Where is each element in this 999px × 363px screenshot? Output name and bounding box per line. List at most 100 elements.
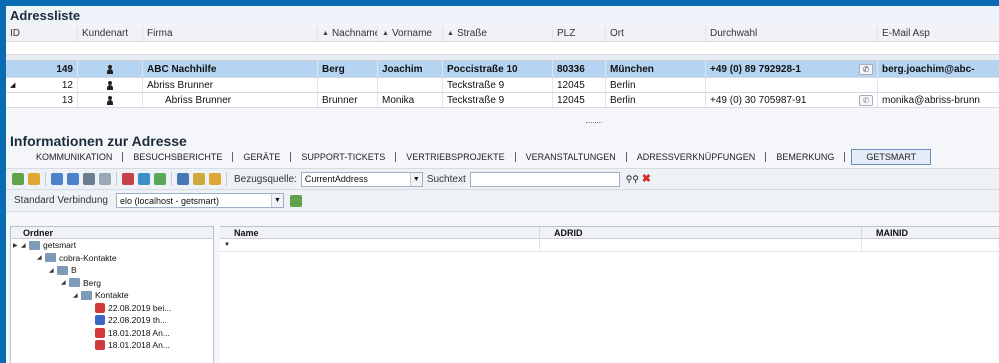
open-folder-icon[interactable] <box>28 173 40 185</box>
row-ort: Berlin <box>606 93 706 107</box>
tree-node-label: getsmart <box>43 240 77 251</box>
tab-getsmart[interactable]: GETSMART <box>851 148 932 165</box>
folder-export-icon[interactable] <box>209 173 221 185</box>
user-icon[interactable] <box>177 173 189 185</box>
durchwahl-value: +49 (0) 30 705987-91 <box>710 94 807 106</box>
col-adrid[interactable]: ADRID <box>540 227 862 238</box>
pdf-document-icon <box>95 302 105 313</box>
connection-select[interactable]: elo (localhost - getsmart) ▼ <box>115 193 284 208</box>
filter-row[interactable] <box>6 42 999 55</box>
col-kundenart[interactable]: Kundenart <box>78 25 143 41</box>
filter-icon[interactable]: ▼ <box>220 239 540 251</box>
col-plz[interactable]: PLZ <box>553 25 606 41</box>
expand-icon[interactable]: ◢ <box>10 81 15 89</box>
row-email[interactable]: berg.joachim@abc- <box>878 61 999 77</box>
splitter-handle[interactable] <box>586 122 602 124</box>
row-vorname: Monika <box>378 93 443 107</box>
collapse-icon[interactable]: ◢ <box>37 254 45 261</box>
col-vorname[interactable]: ▲ Vorname <box>378 25 443 41</box>
tree-node[interactable]: 22.08.2019 bei... <box>11 302 213 315</box>
clear-icon[interactable]: ✖ <box>642 173 654 185</box>
tab-besuchsberichte[interactable]: BESUCHSBERICHTE <box>123 151 234 162</box>
col-mainid[interactable]: MAINID <box>862 227 999 238</box>
filter-cell[interactable] <box>540 239 862 251</box>
row-firma: Abriss Brunner <box>143 93 318 107</box>
toolbar-separator <box>171 172 172 186</box>
search-icon[interactable]: ⚲⚲ <box>626 173 639 185</box>
collapse-icon[interactable]: ◢ <box>61 279 69 286</box>
filter-cell[interactable] <box>862 239 999 251</box>
suchtext-label: Suchtext <box>426 173 466 185</box>
tree-node[interactable]: 22.08.2019 th... <box>11 314 213 327</box>
refresh-icon[interactable] <box>138 173 150 185</box>
row-firma: Abriss Brunner <box>143 78 318 92</box>
user-connect-icon[interactable] <box>289 194 302 207</box>
book-icon[interactable] <box>193 173 205 185</box>
row-ort: München <box>606 61 706 77</box>
tree-node[interactable]: 18.01.2018 An... <box>11 339 213 352</box>
folder-icon <box>81 290 92 300</box>
table-row[interactable]: 149 ABC Nachhilfe Berg Joachim Poccistra… <box>6 61 999 78</box>
table-row[interactable]: 13 Abriss Brunner Brunner Monika Teckstr… <box>6 93 999 108</box>
phone-icon[interactable]: ✆ <box>859 63 873 75</box>
tab-bemerkung[interactable]: BEMERKUNG <box>766 151 846 162</box>
row-email[interactable]: monika@abriss-brunn <box>878 93 999 107</box>
sort-up-icon: ▲ <box>322 29 329 37</box>
tab-kommunikation[interactable]: KOMMUNIKATION <box>26 151 124 162</box>
tree-node-label: B <box>71 265 77 276</box>
table-row[interactable]: ◢ 12 Abriss Brunner Teckstraße 9 12045 Be… <box>6 78 999 93</box>
document-filter-row[interactable]: ▼ <box>220 239 999 252</box>
attach-icon[interactable] <box>51 173 63 185</box>
view-icon[interactable] <box>83 173 95 185</box>
tab-geraete[interactable]: GERÄTE <box>233 151 292 162</box>
connection-value: elo (localhost - getsmart) <box>119 195 220 206</box>
tree-node[interactable]: ◢ cobra-Kontakte <box>11 252 213 265</box>
col-vorname-label: Vorname <box>391 27 432 39</box>
chevron-down-icon[interactable]: ▼ <box>409 172 422 186</box>
row-email <box>878 78 999 92</box>
link-icon[interactable] <box>67 173 79 185</box>
col-email[interactable]: E-Mail Asp <box>878 25 999 41</box>
col-strasse[interactable]: ▲ Straße <box>443 25 553 41</box>
col-strasse-label: Straße <box>456 27 487 39</box>
collapse-icon[interactable]: ◢ <box>73 292 81 299</box>
window-icon[interactable] <box>154 173 166 185</box>
folder-icon <box>29 240 40 250</box>
tab-veranstaltungen[interactable]: VERANSTALTUNGEN <box>516 151 627 162</box>
pdf-document-icon <box>95 340 105 351</box>
tree-node[interactable]: ▶ ◢ getsmart <box>11 239 213 252</box>
tree-node-label: 18.01.2018 An... <box>108 327 170 338</box>
properties-icon[interactable] <box>99 173 111 185</box>
expand-arrow-icon[interactable]: ▶ <box>13 242 21 249</box>
phone-icon[interactable]: ✆ <box>859 94 873 106</box>
col-nachname-label: Nachname <box>331 27 378 39</box>
tree-node-label: Berg <box>83 277 101 288</box>
chevron-down-icon[interactable]: ▼ <box>270 194 283 207</box>
col-id[interactable]: ID <box>6 25 78 41</box>
pdf-icon[interactable] <box>122 173 134 185</box>
folder-icon <box>57 265 68 275</box>
sort-up-icon: ▲ <box>447 29 454 37</box>
new-document-icon[interactable] <box>12 173 24 185</box>
tree-node[interactable]: ◢ B <box>11 264 213 277</box>
row-plz: 12045 <box>553 93 606 107</box>
tree-node[interactable]: ◢ Berg <box>11 277 213 290</box>
tab-support-tickets[interactable]: SUPPORT-TICKETS <box>291 151 397 162</box>
collapse-icon[interactable]: ◢ <box>49 267 57 274</box>
bezugsquelle-value: CurrentAddress <box>304 174 368 184</box>
col-firma[interactable]: Firma <box>143 25 318 41</box>
bezugsquelle-select[interactable]: CurrentAddress ▼ <box>300 171 423 187</box>
col-durchwahl[interactable]: Durchwahl <box>706 25 878 41</box>
tab-adressverknuepfungen[interactable]: ADRESSVERKNÜPFUNGEN <box>627 151 767 162</box>
row-strasse: Poccistraße 10 <box>443 61 553 77</box>
collapse-icon[interactable]: ◢ <box>21 242 29 249</box>
tree-node[interactable]: 18.01.2018 An... <box>11 327 213 340</box>
connection-label: Standard Verbindung <box>14 195 108 206</box>
tab-vertriebsprojekte[interactable]: VERTRIEBSPROJEKTE <box>396 151 516 162</box>
col-ort[interactable]: Ort <box>606 25 706 41</box>
col-name[interactable]: Name <box>220 227 540 238</box>
row-vorname <box>378 78 443 92</box>
tree-node[interactable]: ◢ Kontakte <box>11 289 213 302</box>
suchtext-input[interactable] <box>469 171 620 187</box>
col-nachname[interactable]: ▲ Nachname <box>318 25 378 41</box>
